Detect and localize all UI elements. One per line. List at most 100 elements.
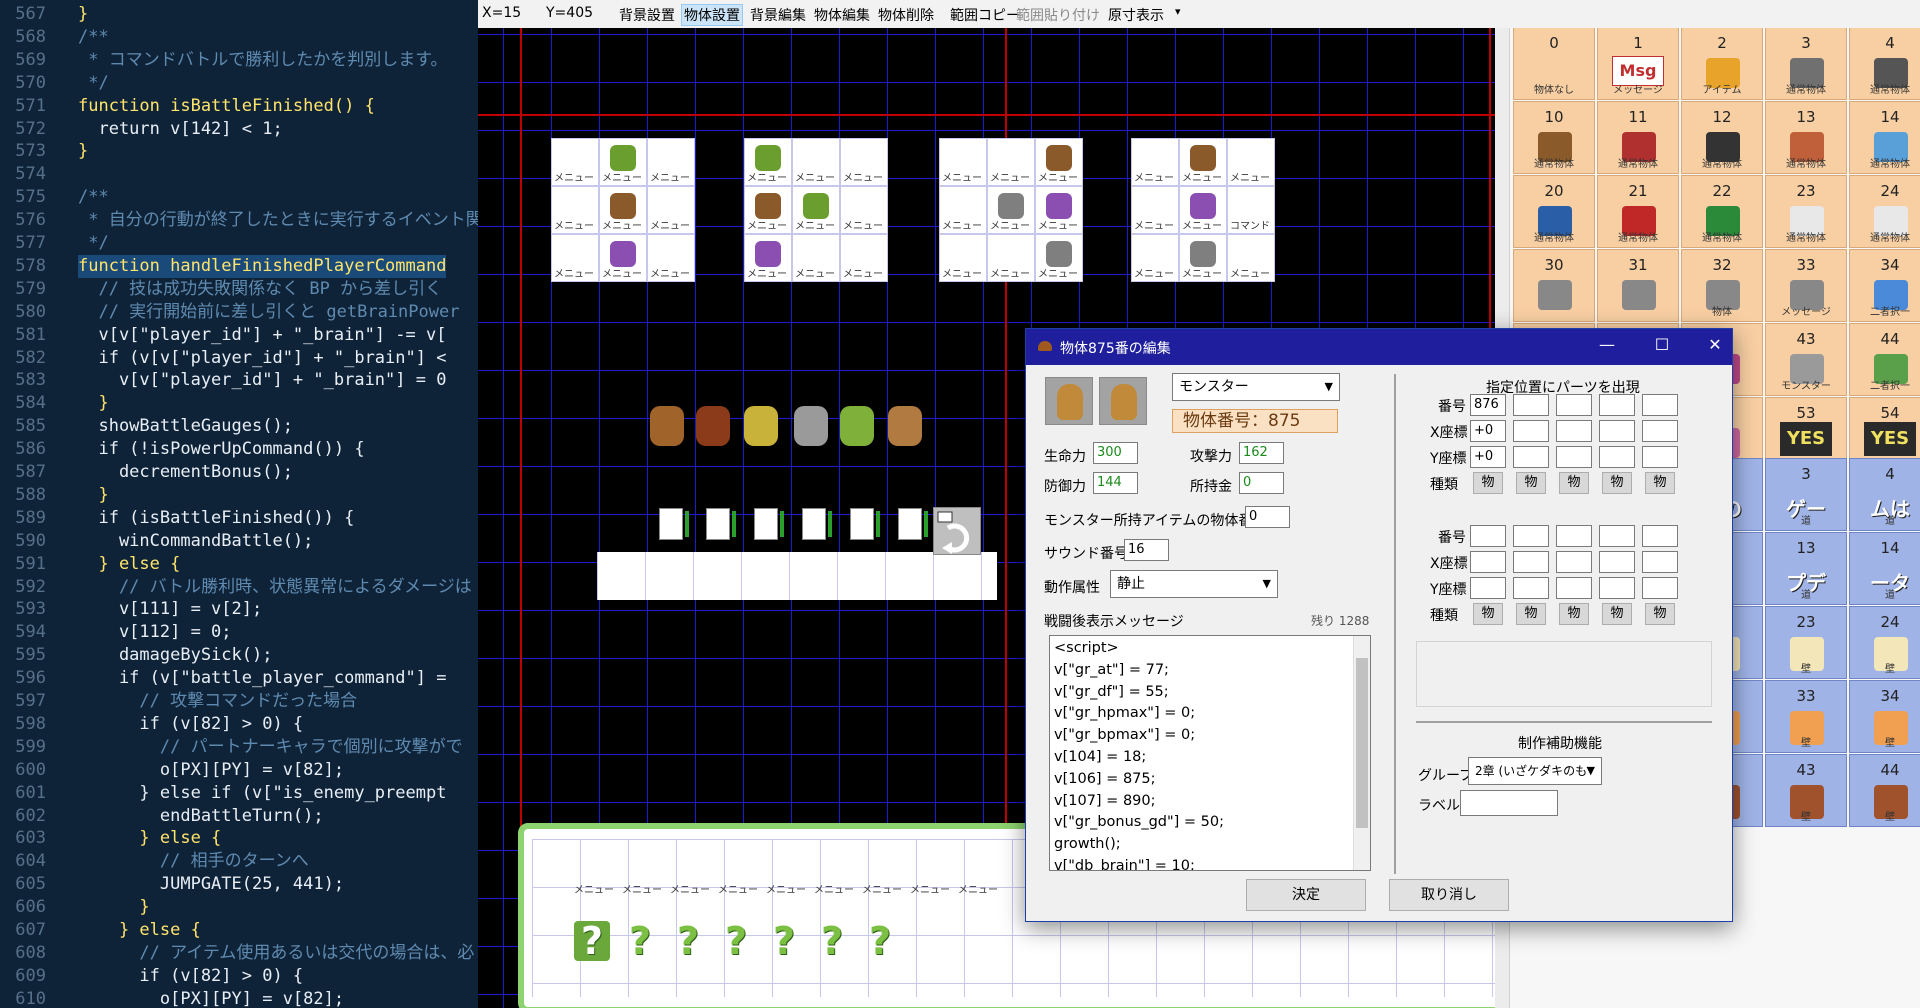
document-icon[interactable] <box>898 508 928 540</box>
code-line[interactable]: 580 // 実行開始前に差し引くと getBrainPower <box>0 301 478 324</box>
part-kind-button[interactable]: 物 <box>1473 472 1503 494</box>
palette-item[interactable]: 21 通常物体 <box>1597 175 1679 248</box>
edit-object-button[interactable]: 物体編集 <box>812 5 872 25</box>
part-kind-button[interactable]: 物 <box>1473 603 1503 625</box>
part-y-field[interactable]: +0 <box>1470 446 1506 468</box>
map-cell[interactable]: メニュー <box>840 186 888 234</box>
monster-sprite[interactable] <box>794 406 828 446</box>
map-cell[interactable]: メニュー <box>647 138 695 186</box>
code-line[interactable]: 587 decrementBonus(); <box>0 461 478 484</box>
part-y-field[interactable] <box>1470 577 1506 599</box>
palette-item[interactable]: 3 通常物体 <box>1765 28 1847 100</box>
palette-tile[interactable]: 44 壁 <box>1849 754 1920 827</box>
monster-sprite[interactable] <box>744 406 778 446</box>
map-cell[interactable]: メニュー <box>647 234 695 282</box>
map-cell[interactable]: メニュー <box>599 138 647 186</box>
code-line[interactable]: 604 // 相手のターンへ <box>0 850 478 873</box>
part-kind-button[interactable]: 物 <box>1516 603 1546 625</box>
code-line[interactable]: 582 if (v[v["player_id"] + "_brain"] < <box>0 347 478 370</box>
map-cell[interactable]: メニュー <box>551 138 599 186</box>
monster-group-block[interactable]: メニュー メニュー メニュー メニュー メニュー メニュー メニュー メニュー メニュー <box>939 138 1083 282</box>
palette-item[interactable]: 20 通常物体 <box>1513 175 1595 248</box>
map-cell[interactable]: コマンド <box>1227 186 1275 234</box>
return-arrow-object[interactable] <box>933 507 981 555</box>
code-line[interactable]: 591 } else { <box>0 553 478 576</box>
part-number-field[interactable] <box>1556 525 1592 547</box>
palette-tile[interactable]: 23 壁 <box>1765 606 1847 679</box>
monster-sprite[interactable] <box>650 406 684 446</box>
monster-group-block[interactable]: メニュー メニュー メニュー メニュー メニュー メニュー メニュー メニュー メニュー <box>551 138 695 282</box>
sound-field[interactable]: 16 <box>1124 539 1169 561</box>
code-line[interactable]: 606 } <box>0 896 478 919</box>
map-cell[interactable]: メニュー <box>840 234 888 282</box>
map-cell[interactable]: メニュー <box>1179 138 1227 186</box>
gold-field[interactable]: 0 <box>1239 472 1284 494</box>
palette-item[interactable]: 24 通常物体 <box>1849 175 1920 248</box>
code-line[interactable]: 600 o[PX][PY] = v[82]; <box>0 759 478 782</box>
palette-tile[interactable]: 43 壁 <box>1765 754 1847 827</box>
palette-item[interactable]: 4 通常物体 <box>1849 28 1920 100</box>
palette-item[interactable]: 30 <box>1513 249 1595 322</box>
object-type-select[interactable]: モンスター ▼ <box>1172 373 1340 401</box>
palette-item[interactable]: 2 アイテム <box>1681 28 1763 100</box>
code-line[interactable]: 595 damageBySick(); <box>0 644 478 667</box>
code-line[interactable]: 577 */ <box>0 232 478 255</box>
close-icon[interactable]: ✕ <box>1700 335 1730 354</box>
document-icon[interactable] <box>659 508 689 540</box>
map-cell[interactable]: メニュー <box>1131 234 1179 282</box>
monster-sprite[interactable] <box>888 406 922 446</box>
map-cell[interactable]: メニュー <box>599 234 647 282</box>
place-object-button[interactable]: 物体設置 <box>681 4 743 26</box>
map-cell[interactable]: メニュー <box>744 234 792 282</box>
palette-item[interactable]: 34 二者択一 <box>1849 249 1920 322</box>
part-y-field[interactable] <box>1642 577 1678 599</box>
code-line[interactable]: 570 */ <box>0 72 478 95</box>
map-cell[interactable]: メニュー <box>1035 138 1083 186</box>
part-y-field[interactable] <box>1599 446 1635 468</box>
range-copy-button[interactable]: 範囲コピー <box>948 5 1022 25</box>
map-cell[interactable]: メニュー <box>744 138 792 186</box>
held-item-field[interactable]: 0 <box>1245 506 1290 528</box>
map-cell[interactable]: メニュー <box>1131 138 1179 186</box>
code-line[interactable]: 594 v[112] = 0; <box>0 621 478 644</box>
part-y-field[interactable] <box>1513 577 1549 599</box>
code-line[interactable]: 569 * コマンドバトルで勝利したかを判別します。 <box>0 49 478 72</box>
part-x-field[interactable]: +0 <box>1470 420 1506 442</box>
code-line[interactable]: 585 showBattleGauges(); <box>0 415 478 438</box>
code-line[interactable]: 601 } else if (v["is_enemy_preempt <box>0 782 478 805</box>
monster-sprite[interactable] <box>840 406 874 446</box>
defense-field[interactable]: 144 <box>1093 472 1138 494</box>
map-cell[interactable]: メニュー <box>1035 186 1083 234</box>
palette-item[interactable]: 43 モンスター <box>1765 323 1847 396</box>
code-line[interactable]: 588 } <box>0 484 478 507</box>
part-number-field[interactable] <box>1513 394 1549 416</box>
minimize-icon[interactable]: — <box>1592 335 1622 354</box>
map-cell[interactable]: メニュー <box>1227 138 1275 186</box>
palette-item[interactable]: 22 通常物体 <box>1681 175 1763 248</box>
part-kind-button[interactable]: 物 <box>1516 472 1546 494</box>
part-y-field[interactable] <box>1642 446 1678 468</box>
monster-sprite-1[interactable] <box>1045 377 1093 425</box>
part-kind-button[interactable]: 物 <box>1602 472 1632 494</box>
code-line[interactable]: 584 } <box>0 392 478 415</box>
code-line[interactable]: 576 * 自分の行動が終了したときに実行するイベント関 <box>0 209 478 232</box>
map-cell[interactable]: メニュー <box>939 234 987 282</box>
part-x-field[interactable] <box>1599 420 1635 442</box>
part-x-field[interactable] <box>1642 420 1678 442</box>
part-x-field[interactable] <box>1513 420 1549 442</box>
maximize-icon[interactable]: ☐ <box>1647 335 1677 354</box>
part-x-field[interactable] <box>1470 551 1506 573</box>
code-line[interactable]: 590 winCommandBattle(); <box>0 530 478 553</box>
part-y-field[interactable] <box>1513 446 1549 468</box>
palette-tile[interactable]: 4 ムは道 <box>1849 458 1920 531</box>
part-number-field[interactable] <box>1470 525 1506 547</box>
code-line[interactable]: 571 function isBattleFinished() { <box>0 95 478 118</box>
monster-sprite[interactable] <box>696 406 730 446</box>
hp-field[interactable]: 300 <box>1093 442 1138 464</box>
place-background-button[interactable]: 背景設置 <box>617 5 677 25</box>
chevron-down-icon[interactable]: ▾ <box>1175 5 1181 18</box>
part-number-field[interactable] <box>1556 394 1592 416</box>
part-kind-button[interactable]: 物 <box>1645 472 1675 494</box>
map-cell[interactable]: メニュー <box>1179 186 1227 234</box>
code-editor[interactable]: 567} 568/** 569 * コマンドバトルで勝利したかを判別します。 570 … <box>0 0 478 1008</box>
